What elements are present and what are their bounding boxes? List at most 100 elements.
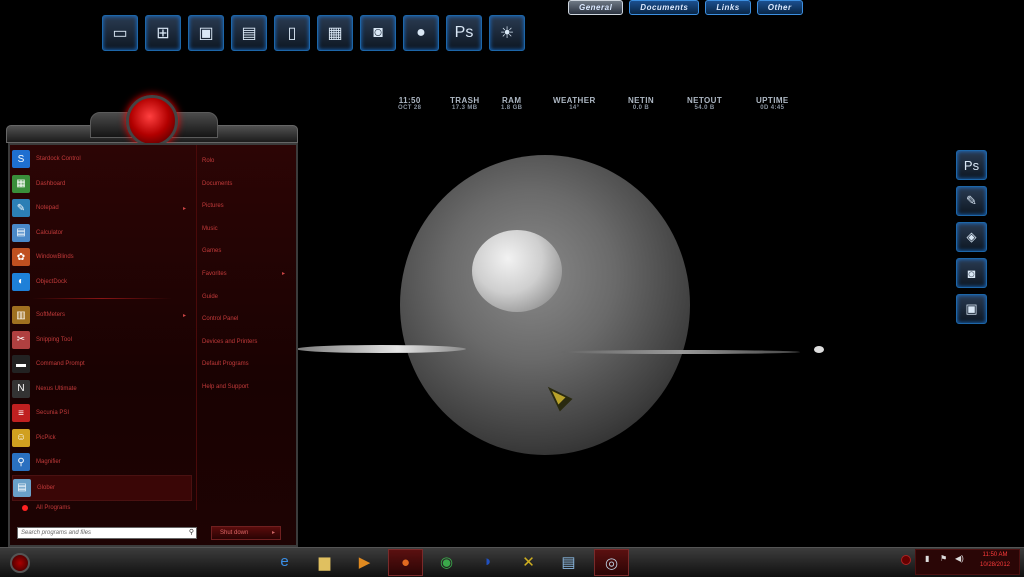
program-label: Glober bbox=[37, 484, 56, 491]
tab-other[interactable]: Other bbox=[756, 0, 803, 15]
shutdown-options-arrow-icon[interactable]: ▸ bbox=[272, 527, 275, 539]
file-explorer-icon[interactable]: ▆ bbox=[308, 549, 341, 574]
wallpaper-ring-right bbox=[560, 350, 800, 354]
all-programs-label: All Programs bbox=[36, 505, 71, 511]
place-item[interactable]: Documents bbox=[199, 173, 291, 196]
program-item[interactable]: ≡ Secunia PSI bbox=[12, 401, 192, 426]
place-item[interactable]: Control Panel bbox=[199, 308, 291, 331]
camera-icon[interactable]: ◙ bbox=[360, 15, 396, 51]
photoshop-icon[interactable]: Ps bbox=[446, 15, 482, 51]
place-item[interactable]: Guide bbox=[199, 286, 291, 309]
glober-icon[interactable]: ▤ bbox=[552, 549, 585, 574]
stat-label: TRASH bbox=[450, 96, 480, 105]
tray-volume-icon[interactable]: ◀) bbox=[955, 554, 964, 563]
stat-ram: RAM 1.8 GB bbox=[501, 96, 522, 111]
place-label: Default Programs bbox=[202, 361, 249, 368]
place-label: Help and Support bbox=[202, 383, 249, 390]
program-item[interactable]: ◐ ObjectDock bbox=[12, 270, 192, 295]
stat-value: 17.3 MB bbox=[452, 105, 478, 111]
photoshop-icon[interactable]: Ps bbox=[956, 150, 987, 180]
place-item[interactable]: Help and Support bbox=[199, 376, 291, 399]
media-player-icon[interactable]: ▶ bbox=[348, 549, 381, 574]
search-input[interactable]: Search programs and files ⚲ bbox=[17, 527, 197, 539]
stat-value: 0D 4:45 bbox=[760, 105, 785, 111]
screenshot-icon[interactable]: ▣ bbox=[956, 294, 987, 324]
top-tabs: General Documents Links Other bbox=[563, 0, 803, 15]
program-item[interactable]: S Stardock Control bbox=[12, 147, 192, 172]
dashboard-icon: ▦ bbox=[12, 174, 30, 193]
x-tool-icon[interactable]: ✕ bbox=[512, 549, 545, 574]
program-item[interactable]: ▤ Calculator bbox=[12, 221, 192, 246]
place-label: Devices and Printers bbox=[202, 338, 258, 345]
stat-clock: 11:50 OCT 28 bbox=[398, 96, 421, 111]
stat-uptime: UPTIME 0D 4:45 bbox=[756, 96, 789, 111]
wallpaper-moon bbox=[472, 230, 562, 312]
stat-label: NETOUT bbox=[687, 96, 723, 105]
moon-app-icon[interactable]: ◑ bbox=[470, 549, 503, 574]
notepad-icon: ✎ bbox=[12, 199, 30, 218]
stat-value: 0.0 B bbox=[632, 105, 650, 111]
program-item[interactable]: ▤ Glober bbox=[12, 474, 192, 501]
program-label: Dashboard bbox=[36, 180, 66, 187]
place-label: Rolo bbox=[202, 158, 215, 164]
program-item[interactable]: ✂ Snipping Tool bbox=[12, 328, 192, 353]
start-button[interactable] bbox=[10, 553, 30, 573]
tray-device-icon[interactable]: ▮ bbox=[925, 554, 929, 563]
internet-explorer-icon[interactable]: e bbox=[268, 549, 301, 574]
cube-icon[interactable]: ◈ bbox=[956, 222, 987, 252]
program-label: SoftMeters bbox=[36, 312, 66, 319]
paint-icon[interactable]: ✎ bbox=[956, 186, 987, 216]
tray-flag-icon[interactable]: ⚑ bbox=[940, 554, 947, 563]
firefox-icon[interactable]: ● bbox=[403, 15, 439, 51]
disk-icon[interactable]: ▤ bbox=[231, 15, 267, 51]
start-menu-divider bbox=[196, 145, 197, 510]
stardock-icon: S bbox=[12, 150, 30, 169]
tray-expand-icon[interactable] bbox=[901, 555, 911, 565]
program-item[interactable]: ☺ PicPick bbox=[12, 426, 192, 451]
firefox-icon[interactable]: ● bbox=[388, 549, 423, 576]
tab-documents[interactable]: Documents bbox=[629, 0, 700, 15]
steam-icon[interactable]: ◎ bbox=[594, 549, 629, 576]
program-item[interactable]: ▥ SoftMeters ▸ bbox=[12, 303, 192, 328]
drive-icon[interactable]: ▦ bbox=[317, 15, 353, 51]
snipping-tool-icon: ✂ bbox=[12, 330, 30, 349]
camera-icon[interactable]: ◙ bbox=[956, 258, 987, 288]
program-item[interactable]: ▬ Command Prompt bbox=[12, 352, 192, 377]
stat-weather: WEATHER 14° bbox=[553, 96, 596, 111]
tab-general[interactable]: General bbox=[568, 0, 624, 15]
network-icon[interactable]: ⊞ bbox=[145, 15, 181, 51]
place-label: Games bbox=[202, 248, 222, 255]
place-item[interactable]: Default Programs bbox=[199, 353, 291, 376]
monitor-icon[interactable]: ▭ bbox=[102, 15, 138, 51]
stat-netin: NETIN 0.0 B bbox=[628, 96, 654, 111]
program-label: Magnifier bbox=[36, 459, 61, 466]
chrome-icon[interactable]: ◉ bbox=[430, 549, 463, 574]
place-item[interactable]: Music bbox=[199, 218, 291, 241]
all-programs-button[interactable]: All Programs bbox=[22, 505, 70, 511]
start-menu: S Stardock Control ▦ Dashboard ✎ Notepad ▸ ▤ Cal… bbox=[6, 95, 298, 547]
program-label: Notepad bbox=[36, 205, 59, 212]
program-item[interactable]: ✿ WindowBlinds bbox=[12, 245, 192, 270]
program-item[interactable]: ▦ Dashboard bbox=[12, 172, 192, 197]
program-item[interactable]: ✎ Notepad ▸ bbox=[12, 196, 192, 221]
search-icon[interactable]: ⚲ bbox=[189, 528, 194, 538]
place-item[interactable]: Favorites ▸ bbox=[199, 263, 291, 286]
place-item[interactable]: Games bbox=[199, 240, 291, 263]
program-item[interactable]: ⚲ Magnifier bbox=[12, 450, 192, 475]
place-item[interactable]: Pictures bbox=[199, 195, 291, 218]
control-panel-icon[interactable]: ▣ bbox=[188, 15, 224, 51]
submenu-arrow-icon: ▸ bbox=[182, 312, 186, 319]
tray-clock[interactable]: 11:50 AM 10/28/2012 bbox=[974, 550, 1016, 570]
start-orb-icon[interactable] bbox=[126, 95, 178, 147]
windowblinds-icon: ✿ bbox=[12, 248, 30, 267]
shutdown-button[interactable]: Shut down ▸ bbox=[211, 526, 281, 540]
program-item[interactable]: N Nexus Ultimate bbox=[12, 377, 192, 402]
wallpaper-ring-left bbox=[296, 345, 466, 353]
program-label: PicPick bbox=[36, 434, 56, 441]
weather-sun-icon[interactable]: ☀ bbox=[489, 15, 525, 51]
tab-links[interactable]: Links bbox=[705, 0, 751, 15]
documents-icon[interactable]: ▯ bbox=[274, 15, 310, 51]
stat-value: OCT 28 bbox=[398, 105, 422, 111]
place-item[interactable]: Rolo bbox=[199, 150, 291, 173]
place-item[interactable]: Devices and Printers bbox=[199, 331, 291, 354]
